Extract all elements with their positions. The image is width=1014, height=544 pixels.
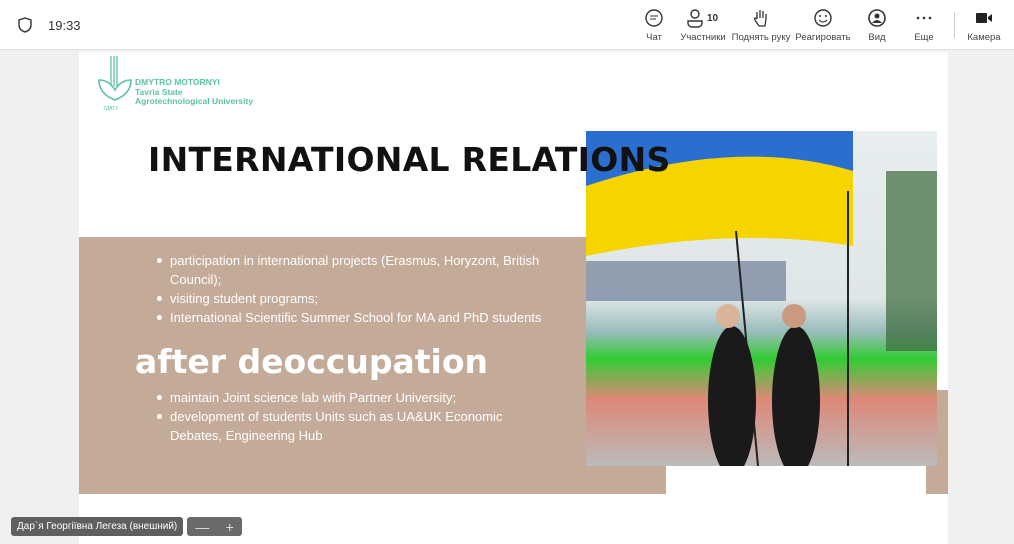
more-icon: [916, 16, 932, 20]
bullet-item: participation in international projects …: [157, 251, 557, 289]
bullet-item: International Scientific Summer School f…: [157, 308, 557, 327]
camera-icon: [976, 13, 992, 23]
slide-subtitle: after deoccupation: [135, 342, 488, 381]
button-label: Поднять руку: [731, 32, 791, 43]
smile-icon: [814, 9, 832, 27]
camera-button[interactable]: Камера: [949, 8, 1014, 43]
meeting-toolbar: 19:33 Чат 10 Участники Поднять руку Реаги…: [0, 0, 1014, 50]
zoom-out-button[interactable]: —: [195, 519, 209, 535]
button-label: Вид: [868, 32, 886, 43]
bullet-item: visiting student programs;: [157, 289, 557, 308]
zoom-in-button[interactable]: +: [226, 519, 234, 535]
logo-text: DMYTRO MOTORNYI Tavria State Agrotechnolog…: [135, 77, 254, 106]
people-icon: 10: [687, 9, 719, 28]
button-label: Чат: [646, 32, 662, 43]
participant-count: 10: [707, 13, 719, 24]
button-label: Еще: [914, 32, 934, 43]
button-label: Участники: [680, 32, 726, 43]
slide-title: INTERNATIONAL RELATIONS: [148, 140, 671, 179]
button-label: Камера: [967, 32, 1001, 43]
bullet-list-1: participation in international projects …: [157, 251, 557, 327]
bullet-item: maintain Joint science lab with Partner …: [157, 388, 557, 407]
shield-icon: [18, 17, 32, 33]
bullet-item: development of students Units such as UA…: [157, 407, 557, 445]
meeting-time: 19:33: [48, 18, 81, 33]
logo-abbr: ТДАТУ: [103, 106, 119, 112]
presenter-name-badge: Дар`я Георгіївна Легеза (внешний): [11, 517, 184, 536]
hand-icon: [753, 10, 767, 27]
chat-icon: [645, 9, 663, 27]
photo-flag: [586, 131, 937, 466]
university-logo: [98, 56, 132, 101]
zoom-controls: — +: [187, 517, 242, 536]
view-icon: [868, 9, 886, 27]
shared-slide: ТДАТУ DMYTRO MOTORNYI Tavria State Agrotec…: [79, 52, 948, 544]
raise-hand-button[interactable]: Поднять руку: [726, 8, 796, 43]
bullet-list-2: maintain Joint science lab with Partner …: [157, 388, 557, 445]
